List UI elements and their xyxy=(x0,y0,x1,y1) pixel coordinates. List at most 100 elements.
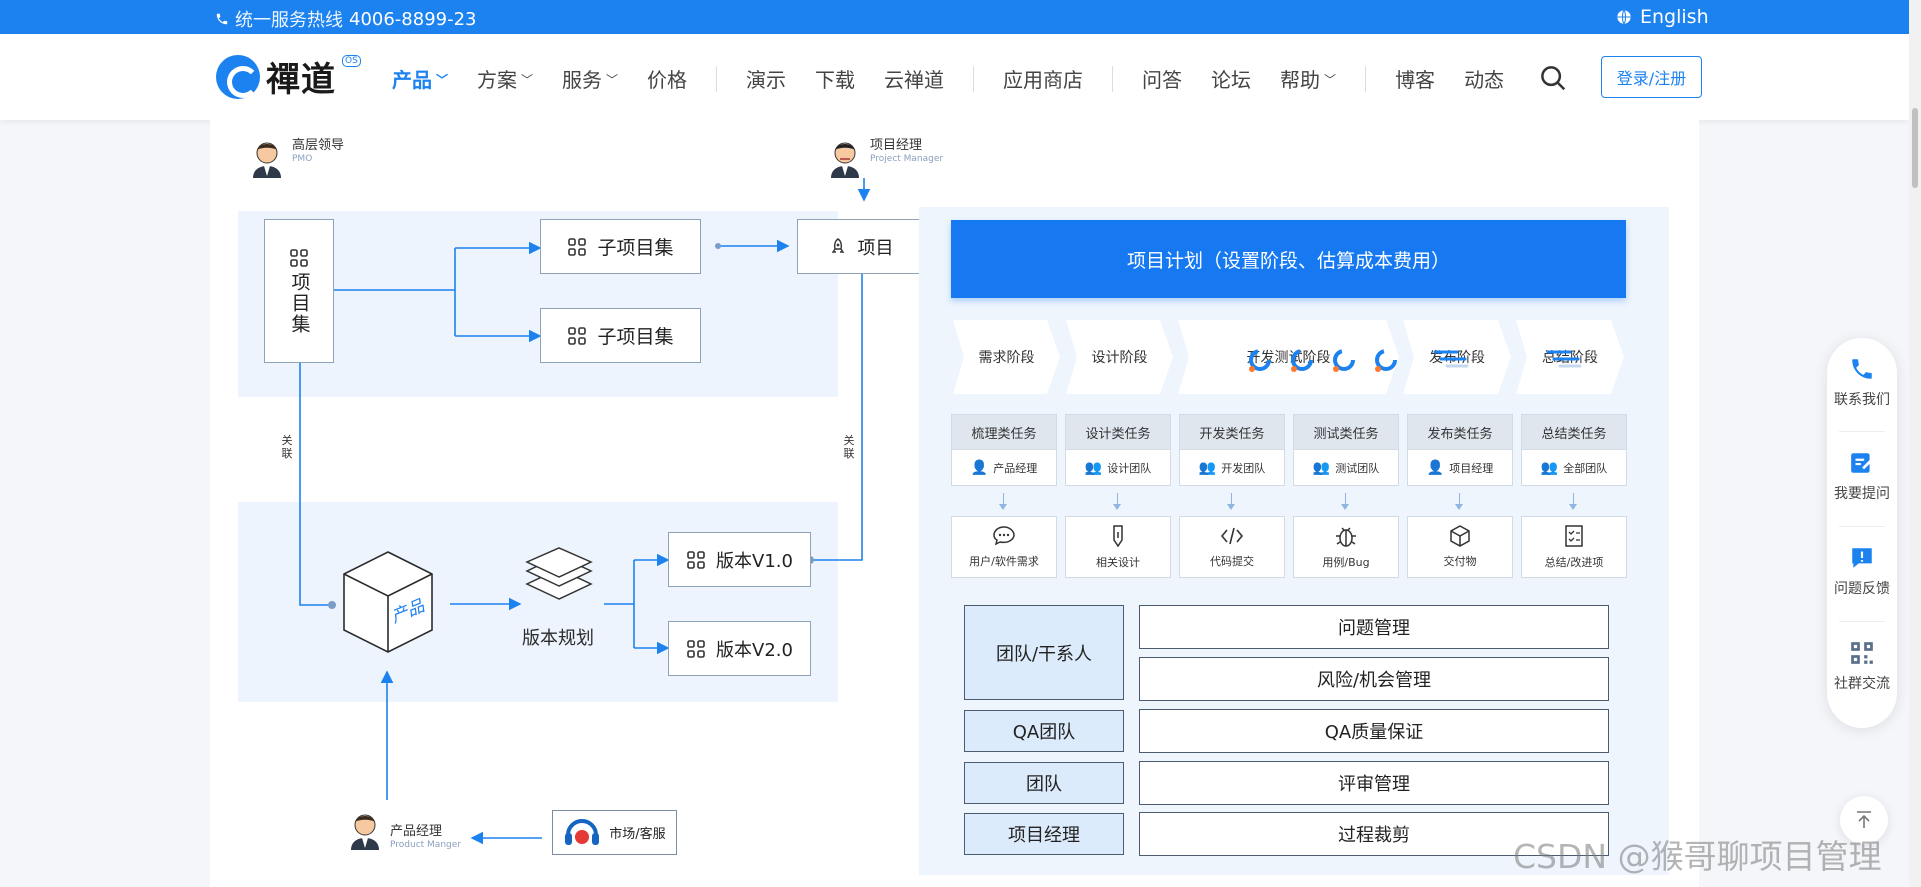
task-head: 总结类任务 xyxy=(1521,414,1627,450)
subprogram-label: 子项目集 xyxy=(597,326,674,348)
pen-icon xyxy=(1113,525,1123,548)
project-plan-bar[interactable]: 项目计划（设置阶段、估算成本费用） xyxy=(951,220,1626,298)
stage-label: 设计阶段 xyxy=(1091,350,1148,366)
sidebar-item-community[interactable]: 社群交流 xyxy=(1827,640,1897,693)
task-output[interactable]: 代码提交 xyxy=(1179,516,1285,578)
task-head: 发布类任务 xyxy=(1407,414,1513,450)
grid-icon xyxy=(687,550,705,569)
task-role-label: 测试团队 xyxy=(1335,461,1380,475)
program-label: 项目集 xyxy=(288,271,311,335)
grid-icon xyxy=(568,237,587,256)
task-output-label: 相关设计 xyxy=(1096,556,1140,569)
task-role: 👥 全部团队 xyxy=(1521,450,1627,486)
task-output-label: 用户/软件需求 xyxy=(969,555,1039,568)
task-output[interactable]: 相关设计 xyxy=(1065,516,1171,578)
leader-avatar-icon xyxy=(253,142,281,178)
sidebar-item-ask[interactable]: 我要提问 xyxy=(1827,450,1897,503)
release-plan-label: 版本规划 xyxy=(522,628,594,649)
task-output[interactable]: 用例/Bug xyxy=(1293,516,1399,578)
sidebar-label: 社群交流 xyxy=(1834,676,1890,692)
project-label: 项目 xyxy=(857,237,894,259)
stage-release[interactable]: 发布阶段 xyxy=(1401,318,1513,396)
task-output-label: 代码提交 xyxy=(1210,555,1254,568)
edit-icon xyxy=(1851,453,1873,473)
subprogram-box-1[interactable]: 子项目集 xyxy=(540,219,701,274)
alert-chat-icon xyxy=(1852,548,1872,568)
leader-en-label: PMO xyxy=(292,154,313,164)
person-icon: 👤 xyxy=(970,459,989,476)
task-output[interactable]: 用户/软件需求 xyxy=(951,516,1057,578)
product-manager-label: 产品经理 xyxy=(390,824,443,839)
task-output-label: 总结/改进项 xyxy=(1544,556,1604,569)
task-output[interactable]: 总结/改进项 xyxy=(1521,516,1627,578)
team-stakeholder-box[interactable]: 团队/干系人 xyxy=(964,605,1124,700)
task-role: 👥 测试团队 xyxy=(1293,450,1399,486)
pm-box[interactable]: 项目经理 xyxy=(964,813,1124,855)
stage-summary[interactable]: 总结阶段 xyxy=(1514,318,1626,396)
leader-label: 高层领导 xyxy=(292,138,345,153)
sidebar-label: 问题反馈 xyxy=(1834,581,1890,597)
role-pm: 项目经理 Project Manager xyxy=(828,138,943,178)
cube-icon xyxy=(1450,525,1470,547)
issue-management-box[interactable]: 问题管理 xyxy=(1139,605,1609,649)
task-role: 👤 产品经理 xyxy=(951,450,1057,486)
team-icon: 👥 xyxy=(1540,459,1559,476)
subprogram-label: 子项目集 xyxy=(597,237,674,259)
grid-icon xyxy=(687,639,705,658)
pm-avatar-icon xyxy=(831,142,859,178)
version-v1-box[interactable]: 版本V1.0 xyxy=(668,532,811,587)
page-scrollbar[interactable] xyxy=(1909,0,1921,887)
project-box[interactable]: 项目 xyxy=(797,219,924,274)
version-v2-box[interactable]: 版本V2.0 xyxy=(668,621,811,676)
task-role-label: 全部团队 xyxy=(1563,461,1608,475)
task-column: 总结类任务 👥 全部团队 总结/改进项 xyxy=(1521,414,1627,578)
chat-icon xyxy=(993,526,1015,546)
qa-team-box[interactable]: QA团队 xyxy=(964,710,1124,752)
summary-lines-icon xyxy=(1546,350,1582,368)
role-product-manager: 产品经理 Product Manger xyxy=(348,810,461,850)
down-arrow-icon xyxy=(1179,486,1285,516)
task-role-label: 设计团队 xyxy=(1107,461,1152,475)
team-icon: 👥 xyxy=(1198,459,1217,476)
task-role-label: 项目经理 xyxy=(1449,461,1494,475)
team-box[interactable]: 团队 xyxy=(964,762,1124,804)
down-arrow-icon xyxy=(1065,486,1171,516)
scrollbar-thumb[interactable] xyxy=(1912,108,1918,188)
task-role: 👥 设计团队 xyxy=(1065,450,1171,486)
down-arrow-icon xyxy=(951,486,1057,516)
task-role-label: 开发团队 xyxy=(1221,461,1266,475)
sidebar-item-feedback[interactable]: 问题反馈 xyxy=(1827,545,1897,598)
task-head: 开发类任务 xyxy=(1179,414,1285,450)
program-box[interactable]: 项目集 xyxy=(264,219,334,363)
task-output-label: 交付物 xyxy=(1443,555,1477,568)
down-arrow-icon xyxy=(1521,486,1627,516)
stage-requirements[interactable]: 需求阶段 xyxy=(951,318,1062,396)
task-head: 梳理类任务 xyxy=(951,414,1057,450)
subprogram-box-2[interactable]: 子项目集 xyxy=(540,308,701,363)
grid-icon xyxy=(290,248,308,267)
relate-label-2: 关联 xyxy=(843,434,855,460)
floating-sidebar: 联系我们 我要提问 问题反馈 社群交流 xyxy=(1827,338,1897,728)
stage-design[interactable]: 设计阶段 xyxy=(1064,318,1175,396)
stage-dev-test[interactable]: 开发测试阶段 xyxy=(1176,318,1401,396)
checklist-icon xyxy=(1565,525,1583,547)
arrow-up-icon xyxy=(1857,811,1871,828)
risk-management-box[interactable]: 风险/机会管理 xyxy=(1139,657,1609,701)
version-v2-label: 版本V2.0 xyxy=(716,639,793,661)
review-management-box[interactable]: 评审管理 xyxy=(1139,761,1609,805)
sidebar-item-contact[interactable]: 联系我们 xyxy=(1827,356,1897,409)
product-manager-avatar-icon xyxy=(351,814,379,850)
qa-assurance-box[interactable]: QA质量保证 xyxy=(1139,709,1609,753)
market-service-label: 市场/客服 xyxy=(609,827,666,842)
headset-icon xyxy=(565,818,600,845)
task-output[interactable]: 交付物 xyxy=(1407,516,1513,578)
code-icon xyxy=(1220,527,1244,545)
qrcode-icon xyxy=(1851,642,1873,664)
phone-icon xyxy=(1852,359,1872,379)
pm-en-label: Project Manager xyxy=(870,154,944,164)
task-column: 设计类任务 👥 设计团队 相关设计 xyxy=(1065,414,1171,578)
sidebar-label: 联系我们 xyxy=(1834,392,1890,408)
version-v1-label: 版本V1.0 xyxy=(716,550,793,572)
pm-label: 项目经理 xyxy=(870,138,923,153)
market-service-box[interactable]: 市场/客服 xyxy=(552,810,677,855)
